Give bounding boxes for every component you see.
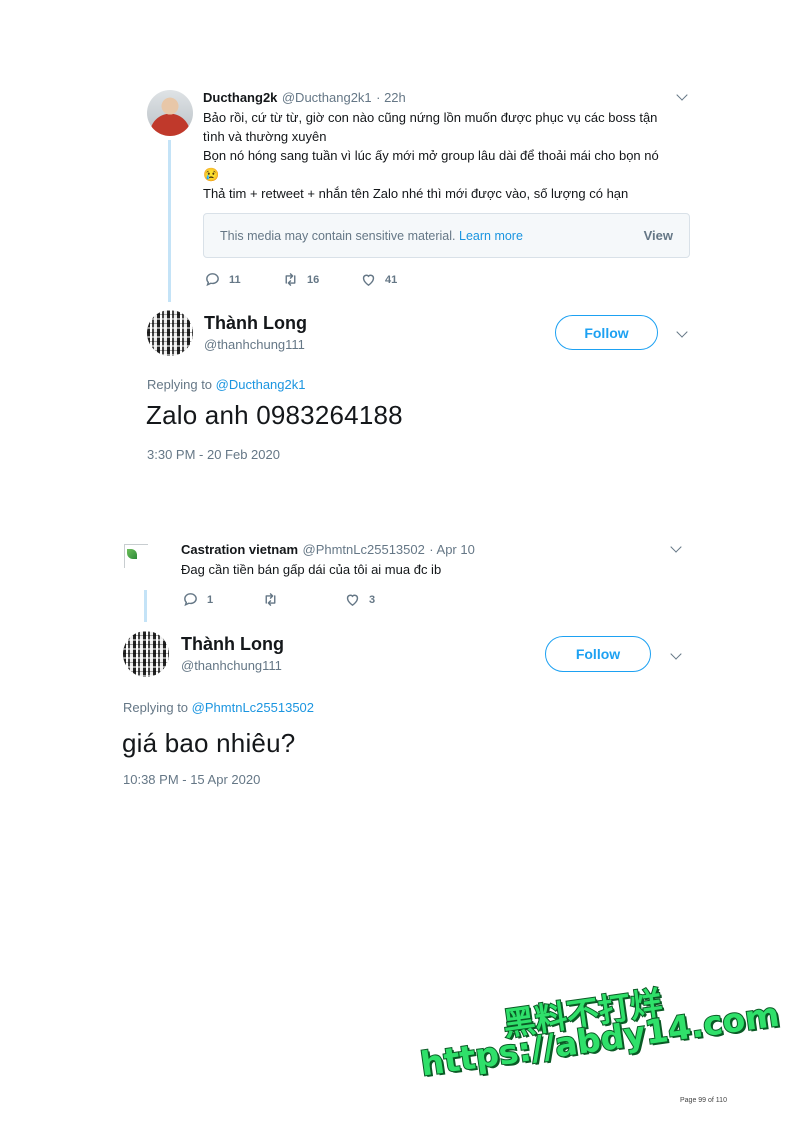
tweet-header: Castration vietnam @PhmtnLc25513502 · Ap…	[181, 541, 475, 559]
broken-image-icon	[127, 549, 137, 559]
avatar[interactable]	[123, 631, 169, 677]
tweet-text: Bảo rồi, cứ từ từ, giờ con nào cũng nứng…	[203, 108, 693, 203]
learn-more-link[interactable]: Learn more	[459, 229, 523, 243]
replying-to: Replying to @PhmtnLc25513502	[123, 700, 314, 715]
author-handle[interactable]: @thanhchung111	[181, 658, 282, 673]
tweet-line: Bọn nó hóng sang tuần vì lúc ấy mới mở g…	[203, 148, 659, 163]
reply-action[interactable]: 1	[182, 591, 213, 608]
thread-line	[144, 590, 147, 622]
retweet-action[interactable]	[262, 591, 287, 608]
author-name[interactable]: Ducthang2k	[203, 90, 277, 105]
retweet-icon	[285, 273, 296, 286]
reply-action[interactable]: 11	[204, 271, 241, 288]
author-handle[interactable]: @thanhchung111	[204, 337, 305, 352]
like-action[interactable]: 3	[344, 591, 375, 608]
media-notice-text: This media may contain sensitive materia…	[220, 228, 456, 243]
author-name[interactable]: Thành Long	[181, 634, 284, 655]
emoji: 😢	[203, 167, 220, 182]
author-handle[interactable]: @PhmtnLc25513502	[303, 542, 425, 557]
tweet-time[interactable]: · Apr 10	[429, 542, 475, 557]
sensitive-media-notice: This media may contain sensitive materia…	[203, 213, 690, 258]
tweet-line: Thả tim + retweet + nhắn tên Zalo nhé th…	[203, 186, 629, 201]
view-media-button[interactable]: View	[644, 228, 673, 243]
avatar[interactable]	[147, 310, 193, 356]
tweet-text: Đag cần tiền bán gấp dái của tôi ai mua …	[181, 562, 442, 577]
replying-prefix: Replying to	[123, 700, 189, 715]
reply-icon	[184, 593, 197, 607]
follow-button[interactable]: Follow	[555, 315, 658, 350]
replying-to: Replying to @Ducthang2k1	[147, 377, 305, 392]
author-name[interactable]: Castration vietnam	[181, 542, 298, 557]
heart-icon	[346, 594, 359, 607]
avatar[interactable]	[147, 90, 193, 136]
follow-button[interactable]: Follow	[545, 636, 651, 672]
author-handle[interactable]: @Ducthang2k1	[282, 90, 372, 105]
avatar[interactable]	[124, 544, 148, 568]
replying-prefix: Replying to	[147, 377, 213, 392]
tweet-line: tình và thường xuyên	[203, 129, 327, 144]
mention-link[interactable]: @Ducthang2k1	[216, 377, 306, 392]
retweet-icon	[265, 593, 276, 606]
tweet-line: Bảo rồi, cứ từ từ, giờ con nào cũng nứng…	[203, 110, 658, 125]
chevron-down-icon[interactable]	[676, 326, 688, 338]
reply-icon	[206, 273, 219, 287]
like-count: 3	[369, 593, 376, 606]
reply-count: 11	[229, 273, 241, 286]
reply-text: Zalo anh 0983264188	[146, 400, 403, 430]
retweet-action[interactable]: 16	[282, 271, 319, 288]
timestamp[interactable]: 3:30 PM - 20 Feb 2020	[147, 447, 280, 462]
retweet-count: 16	[307, 273, 320, 286]
heart-icon	[362, 274, 375, 287]
reply-count: 1	[207, 593, 214, 606]
thread-line	[168, 140, 171, 302]
chevron-down-icon[interactable]	[676, 89, 688, 101]
author-name[interactable]: Thành Long	[204, 313, 307, 334]
tweet-time[interactable]: · 22h	[376, 90, 406, 105]
like-action[interactable]: 41	[360, 271, 397, 288]
chevron-down-icon[interactable]	[670, 541, 682, 553]
reply-text: giá bao nhiêu?	[122, 728, 296, 758]
like-count: 41	[385, 273, 398, 286]
timestamp[interactable]: 10:38 PM - 15 Apr 2020	[123, 772, 260, 787]
page-number: Page 99 of 110	[680, 1097, 727, 1104]
mention-link[interactable]: @PhmtnLc25513502	[192, 700, 314, 715]
chevron-down-icon[interactable]	[670, 648, 682, 660]
tweet-header: Ducthang2k @Ducthang2k1 · 22h	[203, 89, 406, 107]
